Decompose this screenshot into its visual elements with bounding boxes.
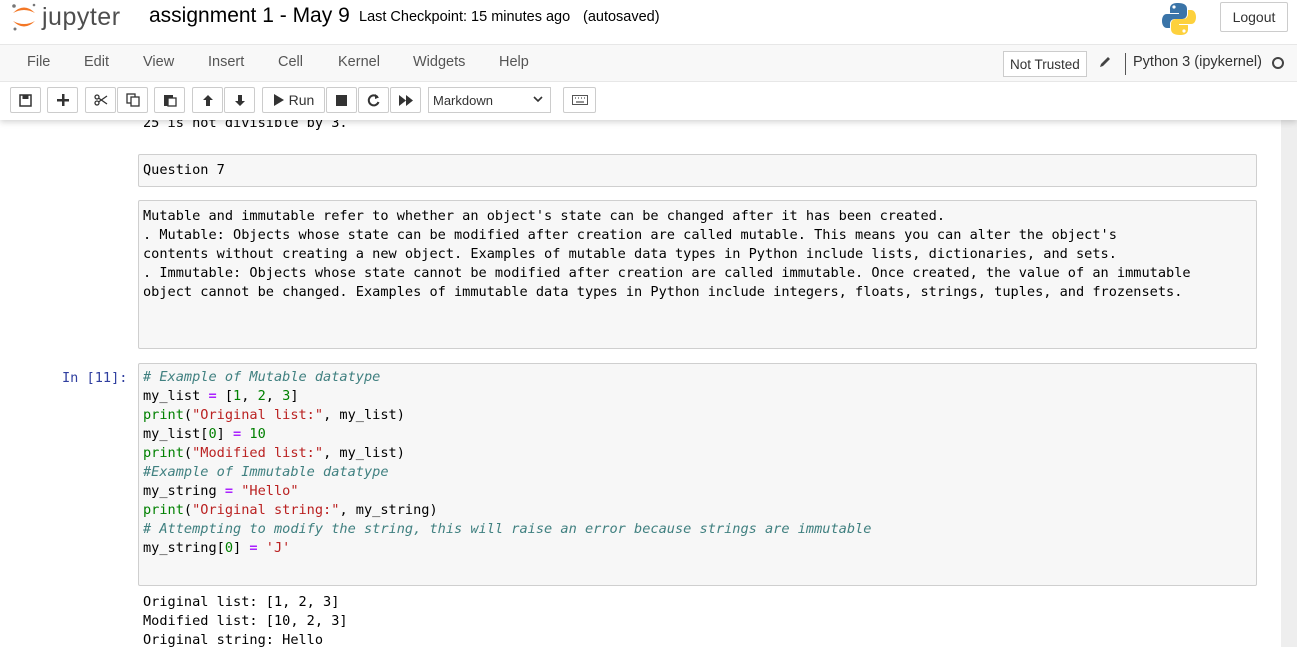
header: jupyter assignment 1 - May 9 Last Checkp… [0, 0, 1297, 120]
code-line-5: print("Modified list:", my_list) [143, 445, 405, 461]
paste-icon [163, 95, 177, 107]
pencil-icon[interactable] [1098, 55, 1112, 69]
insert-cell-button[interactable] [47, 87, 78, 113]
menu-view[interactable]: View [143, 54, 174, 70]
code-line-11: my_string[0] = 'J' [143, 540, 291, 556]
kernel-name[interactable]: Python 3 (ipykernel) [1133, 54, 1262, 70]
move-down-button[interactable] [224, 87, 255, 113]
jupyter-logo[interactable]: jupyter [10, 1, 121, 33]
code-cell-output: Original list: [1, 2, 3] Modified list: … [143, 593, 348, 647]
menu-file[interactable]: File [27, 54, 50, 70]
interrupt-button[interactable] [326, 87, 357, 113]
menu-edit[interactable]: Edit [84, 54, 109, 70]
markdown-cell-question-text: Question 7 [143, 162, 225, 178]
restart-button[interactable] [358, 87, 389, 113]
md-line-1: Mutable and immutable refer to whether a… [143, 208, 946, 224]
md-line-3: . Mutable: Objects whose state can be mo… [143, 227, 1117, 243]
kernel-separator [1125, 53, 1126, 75]
notebook-page: 25 is not divisible by 3. Question 7 Mut… [0, 120, 1281, 647]
scrollbar[interactable] [1281, 120, 1297, 647]
menubar: File Edit View Insert Cell Kernel Widget… [0, 44, 1297, 82]
kernel-idle-icon [1272, 57, 1284, 69]
fast-forward-icon [398, 94, 413, 106]
run-button[interactable]: Run [262, 87, 325, 113]
menu-insert[interactable]: Insert [208, 54, 244, 70]
cut-icon [93, 94, 107, 106]
code-line-9: print("Original string:", my_string) [143, 502, 438, 518]
code-line-7: #Example of Immutable datatype [143, 464, 389, 480]
chevron-down-icon [533, 96, 543, 103]
md-line-7: object cannot be changed. Examples of im… [143, 284, 1183, 300]
plus-icon [56, 94, 69, 106]
previous-cell-output: 25 is not divisible by 3. [143, 120, 348, 131]
code-line-4: my_list[0] = 10 [143, 426, 266, 442]
arrow-up-icon [202, 94, 213, 106]
cell-type-value: Markdown [433, 92, 493, 108]
save-button[interactable] [10, 87, 41, 113]
code-cell-editor[interactable]: # Example of Mutable datatype my_list = … [138, 363, 1257, 586]
input-prompt: In [11]: [62, 370, 128, 386]
stop-icon [336, 94, 347, 106]
toolbar: Run Markdown [0, 82, 1297, 120]
notebook-area[interactable]: 25 is not divisible by 3. Question 7 Mut… [0, 120, 1297, 647]
code-line-2: my_list = [1, 2, 3] [143, 388, 299, 404]
command-palette-button[interactable] [563, 87, 596, 113]
logout-button[interactable]: Logout [1220, 2, 1288, 32]
keyboard-icon [571, 95, 588, 105]
markdown-cell-question[interactable]: Question 7 [138, 154, 1257, 187]
cell-type-select[interactable]: Markdown [428, 87, 551, 113]
menu-widgets[interactable]: Widgets [413, 54, 465, 70]
menu-help[interactable]: Help [499, 54, 529, 70]
output-line-3: Original string: Hello [143, 632, 324, 647]
copy-button[interactable] [117, 87, 148, 113]
md-line-4: contents without creating a new object. … [143, 246, 1117, 262]
md-line-6: . Immutable: Objects whose state cannot … [143, 265, 1191, 281]
menu-kernel[interactable]: Kernel [338, 54, 380, 70]
code-line-10: # Attempting to modify the string, this … [143, 521, 872, 537]
menu-cell[interactable]: Cell [278, 54, 303, 70]
paste-button[interactable] [154, 87, 185, 113]
arrow-down-icon [234, 94, 245, 106]
code-line-8: my_string = "Hello" [143, 483, 299, 499]
move-up-button[interactable] [192, 87, 223, 113]
notebook-name[interactable]: assignment 1 - May 9 [149, 4, 350, 28]
jupyter-logo-icon [12, 3, 36, 31]
restart-icon [367, 93, 380, 106]
cut-button[interactable] [85, 87, 116, 113]
code-line-3: print("Original list:", my_list) [143, 407, 405, 423]
autosave-status: (autosaved) [583, 9, 660, 25]
trust-button[interactable]: Not Trusted [1003, 51, 1087, 77]
copy-icon [125, 93, 140, 107]
python-logo-icon [1162, 3, 1196, 35]
jupyter-logo-text: jupyter [42, 2, 121, 31]
checkpoint-status: Last Checkpoint: 15 minutes ago [359, 9, 571, 25]
run-label: Run [288, 92, 315, 108]
output-line-2: Modified list: [10, 2, 3] [143, 613, 348, 629]
output-line-1: Original list: [1, 2, 3] [143, 594, 340, 610]
markdown-cell-explanation[interactable]: Mutable and immutable refer to whether a… [138, 200, 1257, 349]
play-icon [273, 94, 284, 106]
save-icon [19, 93, 32, 107]
restart-run-all-button[interactable] [390, 87, 421, 113]
code-line-1: # Example of Mutable datatype [143, 369, 381, 385]
